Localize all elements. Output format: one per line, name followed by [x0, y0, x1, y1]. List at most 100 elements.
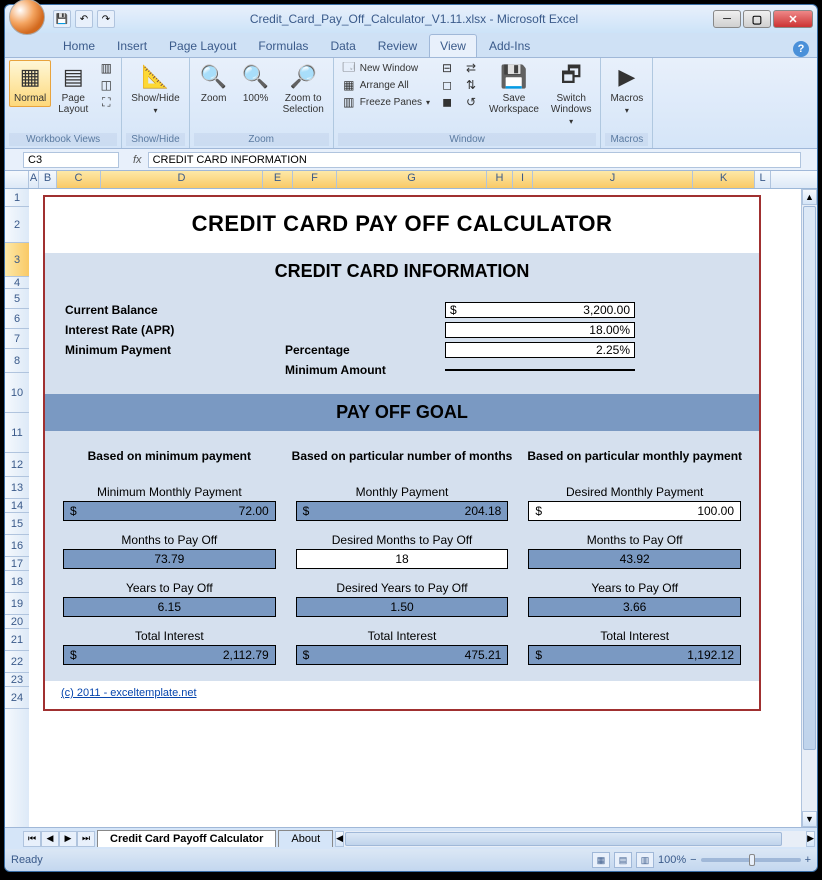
col-header-L[interactable]: L	[755, 171, 771, 188]
close-button[interactable]: ✕	[773, 10, 813, 28]
ribbon-tab-add-ins[interactable]: Add-Ins	[479, 35, 540, 57]
tab-last-icon[interactable]: ⏭	[77, 831, 95, 847]
row-header-15[interactable]: 15	[5, 513, 29, 535]
select-all-corner[interactable]	[5, 171, 29, 188]
unhide-button[interactable]: ◼	[436, 94, 458, 110]
row-header-12[interactable]: 12	[5, 453, 29, 477]
scroll-left-icon[interactable]: ◀	[335, 831, 344, 847]
row-header-6[interactable]: 6	[5, 309, 29, 329]
cell-percentage[interactable]: 2.25%	[445, 342, 635, 358]
formula-input[interactable]: CREDIT CARD INFORMATION	[148, 152, 801, 168]
row-header-11[interactable]: 11	[5, 413, 29, 453]
row-header-20[interactable]: 20	[5, 615, 29, 629]
name-box[interactable]: C3	[23, 152, 119, 168]
row-header-16[interactable]: 16	[5, 535, 29, 557]
cell-current-balance[interactable]: $3,200.00	[445, 302, 635, 318]
row-header-1[interactable]: 1	[5, 189, 29, 207]
zoom-in-button[interactable]: +	[805, 854, 811, 866]
sheet-tab-active[interactable]: Credit Card Payoff Calculator	[97, 830, 276, 847]
ribbon-tab-home[interactable]: Home	[53, 35, 105, 57]
new-window-button[interactable]: 🗔New Window	[338, 60, 434, 76]
tab-prev-icon[interactable]: ◀	[41, 831, 59, 847]
undo-icon[interactable]: ↶	[75, 10, 93, 28]
view-break-icon[interactable]: ▥	[636, 852, 654, 868]
row-header-23[interactable]: 23	[5, 673, 29, 687]
cell[interactable]: 43.92	[528, 549, 741, 569]
sheet-tab-about[interactable]: About	[278, 830, 333, 847]
view-side-button[interactable]: ⇄	[460, 60, 482, 76]
row-header-24[interactable]: 24	[5, 687, 29, 709]
minimize-button[interactable]: ─	[713, 10, 741, 28]
col-header-D[interactable]: D	[101, 171, 263, 188]
zoom-selection-button[interactable]: 🔎Zoom to Selection	[278, 60, 329, 118]
row-header-22[interactable]: 22	[5, 651, 29, 673]
col-header-E[interactable]: E	[263, 171, 293, 188]
maximize-button[interactable]: ▢	[743, 10, 771, 28]
ribbon-tab-view[interactable]: View	[429, 34, 477, 57]
ribbon-tab-review[interactable]: Review	[368, 35, 427, 57]
col-header-I[interactable]: I	[513, 171, 533, 188]
cell[interactable]: 6.15	[63, 597, 276, 617]
zoom-button[interactable]: 🔍Zoom	[194, 60, 234, 107]
footer-link[interactable]: (c) 2011 - exceltemplate.net	[61, 687, 197, 699]
switch-windows-button[interactable]: 🗗Switch Windows▾	[546, 60, 597, 129]
scroll-up-icon[interactable]: ▲	[802, 189, 817, 205]
row-header-4[interactable]: 4	[5, 277, 29, 289]
reset-pos-button[interactable]: ↺	[460, 94, 482, 110]
col-header-F[interactable]: F	[293, 171, 337, 188]
row-header-7[interactable]: 7	[5, 329, 29, 349]
view-layout-icon[interactable]: ▤	[614, 852, 632, 868]
cell[interactable]: $204.18	[296, 501, 509, 521]
scroll-down-icon[interactable]: ▼	[802, 811, 817, 827]
row-header-2[interactable]: 2	[5, 207, 29, 243]
cell[interactable]: 18	[296, 549, 509, 569]
col-header-H[interactable]: H	[487, 171, 513, 188]
zoom-100-button[interactable]: 🔍100%	[236, 60, 276, 107]
col-header-K[interactable]: K	[693, 171, 755, 188]
page-break-preview-button[interactable]: ▥	[95, 60, 117, 76]
sync-scroll-button[interactable]: ⇅	[460, 77, 482, 93]
row-header-13[interactable]: 13	[5, 477, 29, 499]
ribbon-tab-data[interactable]: Data	[320, 35, 365, 57]
col-header-J[interactable]: J	[533, 171, 693, 188]
save-workspace-button[interactable]: 💾Save Workspace	[484, 60, 544, 118]
row-header-17[interactable]: 17	[5, 557, 29, 571]
custom-views-button[interactable]: ◫	[95, 77, 117, 93]
office-button[interactable]	[9, 0, 45, 35]
redo-icon[interactable]: ↷	[97, 10, 115, 28]
cell[interactable]: $475.21	[296, 645, 509, 665]
zoom-out-button[interactable]: −	[690, 854, 696, 866]
save-icon[interactable]: 💾	[53, 10, 71, 28]
macros-button[interactable]: ▶Macros▾	[605, 60, 648, 118]
ribbon-tab-insert[interactable]: Insert	[107, 35, 157, 57]
show-hide-button[interactable]: 📐Show/Hide▾	[126, 60, 184, 118]
horizontal-scrollbar[interactable]: ◀ ▶	[335, 831, 815, 847]
fx-icon[interactable]: fx	[127, 154, 148, 166]
cell[interactable]: $1,192.12	[528, 645, 741, 665]
scroll-right-icon[interactable]: ▶	[806, 831, 815, 847]
cell[interactable]: $2,112.79	[63, 645, 276, 665]
split-button[interactable]: ⊟	[436, 60, 458, 76]
help-icon[interactable]: ?	[793, 41, 809, 57]
col-header-B[interactable]: B	[39, 171, 57, 188]
scroll-thumb[interactable]	[803, 206, 816, 750]
hide-button[interactable]: ◻	[436, 77, 458, 93]
cell-min-amount[interactable]	[445, 369, 635, 371]
tab-first-icon[interactable]: ⏮	[23, 831, 41, 847]
cell[interactable]: $72.00	[63, 501, 276, 521]
normal-view-button[interactable]: ▦Normal	[9, 60, 51, 107]
arrange-all-button[interactable]: ▦Arrange All	[338, 77, 434, 93]
row-header-10[interactable]: 10	[5, 373, 29, 413]
cell-apr[interactable]: 18.00%	[445, 322, 635, 338]
row-header-14[interactable]: 14	[5, 499, 29, 513]
vertical-scrollbar[interactable]: ▲ ▼	[801, 189, 817, 827]
ribbon-tab-page-layout[interactable]: Page Layout	[159, 35, 246, 57]
col-header-G[interactable]: G	[337, 171, 487, 188]
freeze-panes-button[interactable]: ▥Freeze Panes▾	[338, 94, 434, 110]
worksheet[interactable]: CREDIT CARD PAY OFF CALCULATOR CREDIT CA…	[29, 189, 801, 827]
row-header-8[interactable]: 8	[5, 349, 29, 373]
cell[interactable]: 3.66	[528, 597, 741, 617]
page-layout-button[interactable]: ▤Page Layout	[53, 60, 93, 118]
cell[interactable]: 1.50	[296, 597, 509, 617]
row-header-21[interactable]: 21	[5, 629, 29, 651]
